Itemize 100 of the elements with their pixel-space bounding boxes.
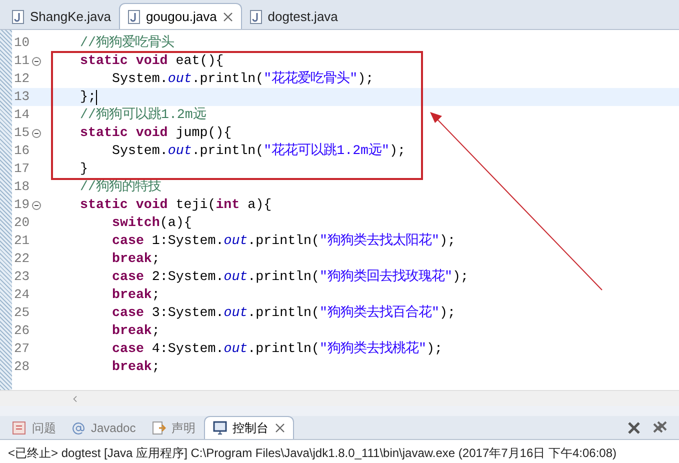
- field-name: out: [168, 70, 192, 88]
- string-literal: "狗狗类去找桃花": [320, 340, 426, 358]
- keyword: void: [134, 196, 168, 214]
- horizontal-scrollbar[interactable]: [0, 390, 679, 406]
- java-file-icon: [128, 10, 140, 24]
- string-literal: "花花可以跳1.2m远": [264, 142, 390, 160]
- code-comment: //狗狗可以跳1.2m远: [80, 106, 206, 124]
- string-literal: "狗狗类去找百合花": [320, 304, 440, 322]
- code-comment: //狗狗的特技: [80, 178, 161, 196]
- keyword: case: [112, 304, 144, 322]
- code-text: 1:System.: [150, 232, 224, 250]
- code-text: ;: [152, 322, 160, 340]
- keyword: static: [80, 196, 128, 214]
- field-name: out: [224, 340, 248, 358]
- keyword: switch: [112, 214, 160, 232]
- line-number: 13: [13, 88, 31, 106]
- code-text: System.: [112, 142, 168, 160]
- keyword: case: [112, 340, 144, 358]
- keyword: void: [134, 124, 168, 142]
- panel-tab[interactable]: Javadoc: [64, 417, 144, 439]
- remove-all-icon[interactable]: [653, 421, 667, 435]
- monitor-icon: [212, 421, 227, 435]
- keyword: break: [112, 250, 152, 268]
- line-number: 25: [13, 304, 31, 322]
- keyword: break: [112, 286, 152, 304]
- close-icon[interactable]: [222, 12, 233, 22]
- remove-launch-icon[interactable]: [627, 421, 641, 435]
- line-number: 15: [13, 124, 31, 142]
- line-number: 17: [13, 160, 31, 178]
- code-text: .println(: [192, 142, 264, 160]
- code-text: .println(: [192, 70, 264, 88]
- line-number: 19: [13, 196, 31, 214]
- keyword: case: [112, 268, 144, 286]
- editor-tab[interactable]: gougou.java: [118, 3, 242, 29]
- code-text: );: [439, 304, 456, 322]
- keyword: int: [216, 196, 240, 214]
- line-number: 20: [13, 214, 31, 232]
- code-text: );: [390, 142, 406, 160]
- code-text: ;: [152, 250, 160, 268]
- code-text: .println(: [248, 268, 320, 286]
- keyword: case: [112, 232, 144, 250]
- line-number: 12: [13, 70, 31, 88]
- editor-tab[interactable]: ShangKe.java: [4, 5, 119, 29]
- field-name: out: [168, 142, 192, 160]
- collapse-icon[interactable]: [32, 128, 41, 138]
- line-number: 16: [13, 142, 31, 160]
- keyword: break: [112, 358, 152, 376]
- console-status: <已终止> dogtest [Java 应用程序] C:\Program Files\Java\jdk1.8.0_111\bin\javaw.exe (2017年7月16日 下午4:06:08): [8, 446, 617, 460]
- field-name: out: [224, 304, 248, 322]
- code-text: teji(: [174, 196, 216, 214]
- code-text: );: [358, 70, 374, 88]
- code-text: jump(){: [174, 124, 232, 142]
- keyword: void: [134, 52, 168, 70]
- code-text: 3:System.: [150, 304, 224, 322]
- code-text: a){: [246, 196, 272, 214]
- panel-tab[interactable]: 问题: [4, 417, 64, 439]
- string-literal: "花花爱吃骨头": [264, 70, 358, 88]
- field-name: out: [224, 232, 248, 250]
- code-text: 4:System.: [150, 340, 224, 358]
- code-text: System.: [112, 70, 168, 88]
- code-text: .println(: [248, 340, 320, 358]
- code-text: };: [80, 88, 96, 106]
- panel-tab[interactable]: 声明: [144, 417, 204, 439]
- code-text: ;: [152, 358, 160, 376]
- declaration-icon: [152, 421, 166, 435]
- line-number: 26: [13, 322, 31, 340]
- code-text: ;: [152, 286, 160, 304]
- line-number: 21: [13, 232, 31, 250]
- text-cursor: [96, 90, 98, 104]
- collapse-icon[interactable]: [32, 56, 41, 66]
- code-text: );: [452, 268, 468, 286]
- keyword: static: [80, 124, 128, 142]
- field-name: out: [224, 268, 248, 286]
- code-text: );: [439, 232, 456, 250]
- keyword: static: [80, 52, 128, 70]
- string-literal: "狗狗类去找太阳花": [320, 232, 440, 250]
- line-number: 10: [13, 34, 31, 52]
- java-file-icon: [12, 10, 24, 24]
- panel-tab[interactable]: 控制台: [204, 416, 294, 439]
- string-literal: "狗狗类回去找玫瑰花": [320, 268, 452, 286]
- line-number: 23: [13, 268, 31, 286]
- close-icon[interactable]: [274, 423, 285, 433]
- code-text: 2:System.: [150, 268, 224, 286]
- line-number: 11: [13, 52, 31, 70]
- keyword: break: [112, 322, 152, 340]
- code-text: eat(){: [174, 52, 224, 70]
- collapse-icon[interactable]: [32, 200, 41, 210]
- line-number: 14: [13, 106, 31, 124]
- editor-tab[interactable]: dogtest.java: [242, 5, 346, 29]
- code-text: (a){: [160, 214, 192, 232]
- problems-icon: [12, 421, 26, 435]
- line-number: 22: [13, 250, 31, 268]
- line-number: 28: [13, 358, 31, 376]
- code-text: }: [80, 160, 88, 178]
- at-sign-icon: [72, 422, 85, 434]
- line-number: 27: [13, 340, 31, 358]
- code-text: );: [426, 340, 442, 358]
- code-text: .println(: [248, 304, 320, 322]
- java-file-icon: [250, 10, 262, 24]
- line-number: 24: [13, 286, 31, 304]
